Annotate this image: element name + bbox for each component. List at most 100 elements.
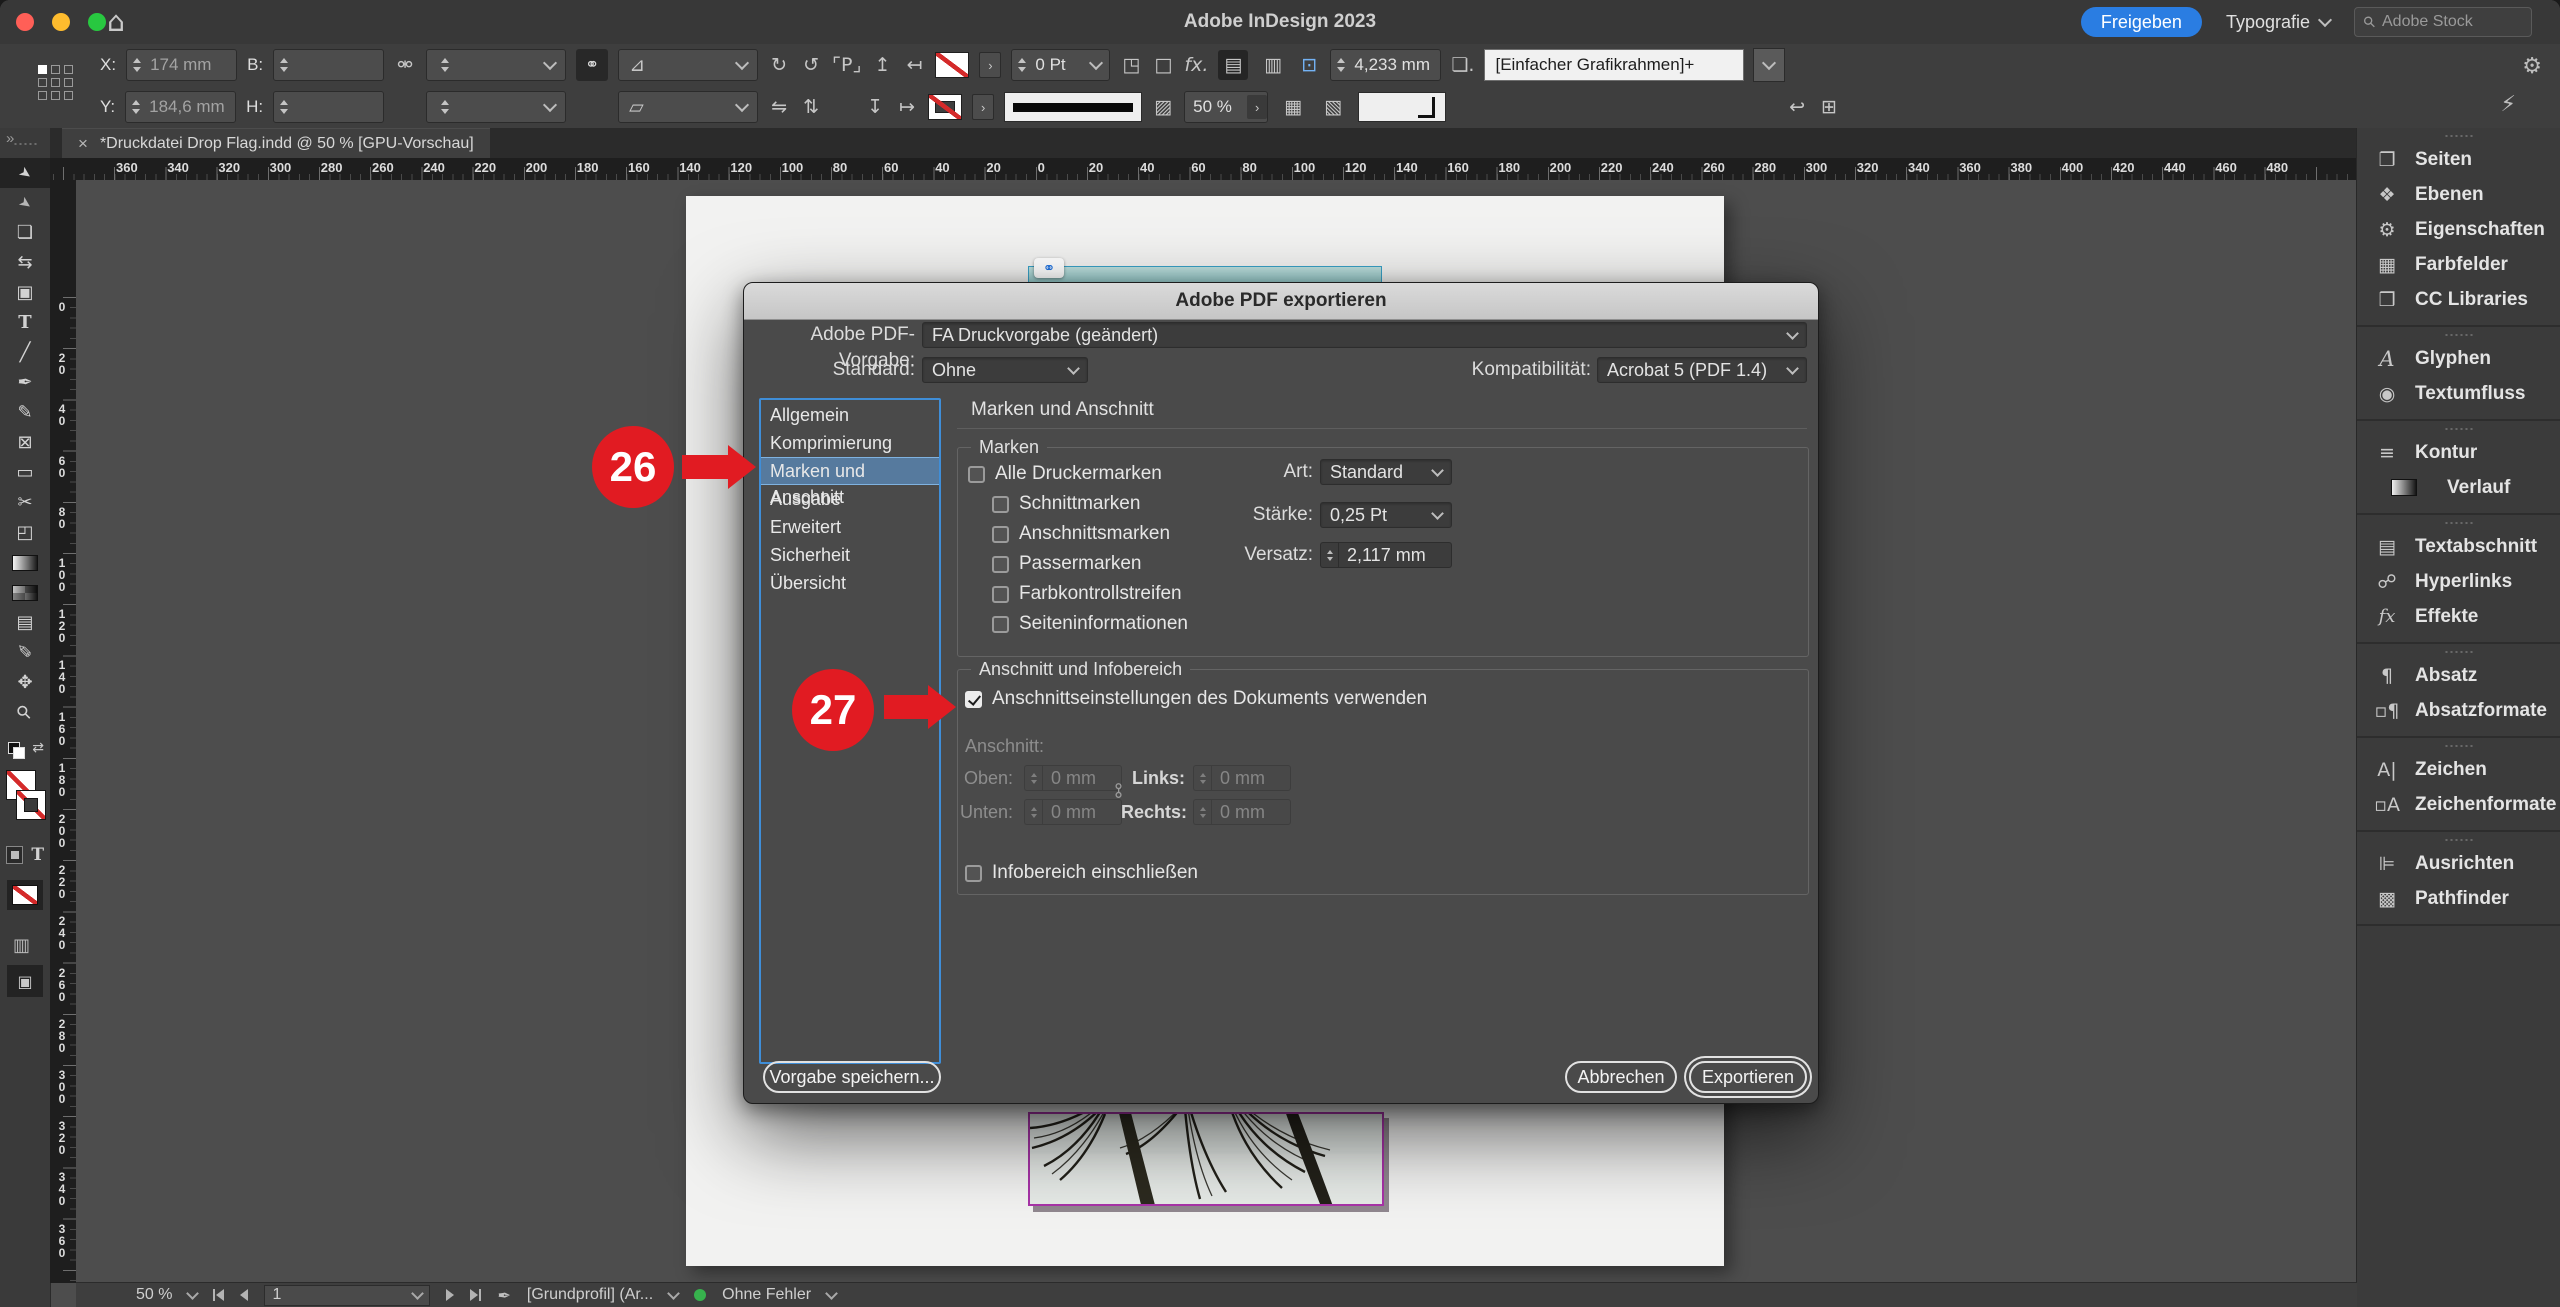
height-field[interactable] xyxy=(273,91,384,123)
gradient-feather-tool[interactable] xyxy=(0,578,50,608)
opacity-field[interactable]: 50 % › xyxy=(1184,91,1268,123)
horizontal-ruler[interactable]: 3603403203002802602402202001801601401201… xyxy=(50,158,2357,181)
tools-grip-handle[interactable] xyxy=(13,142,37,146)
wrap-bounding-icon[interactable]: ▥ xyxy=(1258,50,1288,80)
wrap-contour-icon[interactable]: ▧ xyxy=(1318,92,1348,122)
x-position-field[interactable]: 174 mm xyxy=(126,49,237,81)
lightning-icon[interactable]: ⚡ xyxy=(2501,92,2516,117)
staerke-dropdown[interactable]: 0,25 Pt xyxy=(1320,502,1452,528)
shear-dropdown[interactable]: ▱ xyxy=(618,91,758,123)
scale-y-stepper[interactable] xyxy=(437,95,452,119)
link-badge[interactable]: ⚭ xyxy=(1034,258,1064,278)
gap-size-field[interactable]: 4,233 mm xyxy=(1330,49,1441,81)
workspace-switcher[interactable]: Typografie xyxy=(2226,12,2330,33)
width-field[interactable] xyxy=(273,49,384,81)
gear-icon[interactable]: ⚙ xyxy=(2522,54,2542,79)
share-button[interactable]: Freigeben xyxy=(2081,7,2202,37)
effects-icon[interactable]: fx. xyxy=(1184,54,1208,76)
x-stepper[interactable] xyxy=(129,53,144,77)
previous-page-button[interactable] xyxy=(240,1289,248,1301)
note-tool[interactable]: ▤ xyxy=(0,608,50,638)
pen-tool[interactable]: ✒ xyxy=(0,368,50,398)
zoom-tool[interactable]: ⚲ xyxy=(0,698,50,728)
reference-point-grid[interactable] xyxy=(38,65,73,100)
panel-grip-handle[interactable] xyxy=(2357,329,2560,341)
mark-row-1[interactable]: Schnittmarken xyxy=(992,491,1140,517)
frame-tool[interactable]: ⊠ xyxy=(0,428,50,458)
panel-item-effekte[interactable]: fxEffekte xyxy=(2357,599,2560,634)
preflight-status[interactable]: Ohne Fehler xyxy=(722,1286,811,1304)
include-slug-row[interactable]: Infobereich einschließen xyxy=(965,860,1198,886)
save-preset-button[interactable]: Vorgabe speichern... xyxy=(763,1061,941,1093)
section-item-sicherheit[interactable]: Sicherheit xyxy=(761,541,939,569)
swap-fill-stroke-icon[interactable]: ⇄ xyxy=(32,740,44,756)
export-button[interactable]: Exportieren xyxy=(1689,1061,1807,1093)
panel-grip-handle[interactable] xyxy=(2357,517,2560,529)
wrap-none-icon[interactable]: ▤ xyxy=(1218,50,1248,80)
section-item-ausgabe[interactable]: Ausgabe xyxy=(761,485,939,513)
document-tab[interactable]: × *Druckdatei Drop Flag.indd @ 50 % [GPU… xyxy=(62,128,490,159)
free-transform-tool[interactable]: ◰ xyxy=(0,518,50,548)
mark-row-2[interactable]: Anschnittsmarken xyxy=(992,521,1170,547)
panel-item-verlauf[interactable]: Verlauf xyxy=(2357,470,2560,505)
last-page-button[interactable] xyxy=(470,1289,481,1301)
height-stepper[interactable] xyxy=(276,95,291,119)
clear-overrides-icon[interactable]: ↩ xyxy=(1786,96,1808,118)
rectangle-tool[interactable]: ▭ xyxy=(0,458,50,488)
flip-horizontal-icon[interactable]: ⇋ xyxy=(768,96,790,118)
type-tool[interactable]: T xyxy=(0,308,50,338)
gap-tool[interactable]: ⇆ xyxy=(0,248,50,278)
gradient-tool[interactable] xyxy=(0,548,50,578)
section-item-marken-und-anschnitt[interactable]: Marken und Anschnitt xyxy=(761,457,939,485)
panel-item-textumfluss[interactable]: ◉Textumfluss xyxy=(2357,376,2560,411)
page-number-field[interactable]: 1 xyxy=(264,1285,430,1306)
rotation-angle-dropdown[interactable]: ⊿ xyxy=(618,49,758,81)
direct-selection-tool[interactable]: ➤ xyxy=(0,188,50,218)
panel-grip-handle[interactable] xyxy=(2357,834,2560,846)
panel-item-hyperlinks[interactable]: ☍Hyperlinks xyxy=(2357,564,2560,599)
standard-dropdown[interactable]: Ohne xyxy=(922,357,1088,383)
panel-item-zeichen[interactable]: A|Zeichen xyxy=(2357,752,2560,787)
mark-row-3[interactable]: Passermarken xyxy=(992,551,1142,577)
panel-grip-handle[interactable] xyxy=(2357,740,2560,752)
mark-row-4[interactable]: Farbkontrollstreifen xyxy=(992,581,1182,607)
panel-item-farbfelder[interactable]: ▦Farbfelder xyxy=(2357,247,2560,282)
stroke-weight-stepper[interactable] xyxy=(1014,53,1029,77)
screen-mode-button[interactable]: ▣ xyxy=(7,965,43,997)
eyedropper-tool[interactable]: ✐ xyxy=(0,638,50,668)
width-stepper[interactable] xyxy=(276,53,291,77)
object-style-dropdown[interactable]: [Einfacher Grafikrahmen]+ xyxy=(1484,49,1744,81)
panel-item-textabschnitt[interactable]: ▤Textabschnitt xyxy=(2357,529,2560,564)
opacity-flyout[interactable]: › xyxy=(1247,95,1267,119)
stroke-weight-field[interactable]: 0 Pt xyxy=(1011,49,1110,81)
dialog-title[interactable]: Adobe PDF exportieren xyxy=(744,283,1818,320)
palm-photo-frame[interactable] xyxy=(1028,1112,1384,1206)
view-options-icon[interactable]: ▥ xyxy=(13,935,30,956)
mark-row-0[interactable]: Alle Druckermarken xyxy=(968,461,1162,487)
formatting-affects-text-button[interactable]: T xyxy=(31,845,44,865)
use-document-bleed-row[interactable]: Anschnittseinstellungen des Dokuments ve… xyxy=(965,686,1427,712)
selection-tool[interactable]: ➤ xyxy=(0,158,50,188)
stroke-style-dropdown[interactable] xyxy=(1004,92,1142,122)
object-style-chevron[interactable] xyxy=(1753,48,1785,82)
stroke-color-swatch[interactable] xyxy=(16,790,46,820)
flip-vertical-icon[interactable]: ⇅ xyxy=(800,96,822,118)
fill-swatch-none[interactable] xyxy=(935,52,969,78)
adobe-stock-search[interactable]: ⚲ Adobe Stock xyxy=(2354,7,2532,37)
preflight-profile[interactable]: [Grundprofil] (Ar... xyxy=(527,1286,653,1304)
y-position-field[interactable]: 184,6 mm xyxy=(125,91,236,123)
panel-item-ausrichten[interactable]: ⊫Ausrichten xyxy=(2357,846,2560,881)
break-link-style-icon[interactable]: ⊞ xyxy=(1818,96,1840,118)
panel-item-ebenen[interactable]: ❖Ebenen xyxy=(2357,177,2560,212)
corner-options-icon[interactable]: ◳ xyxy=(1120,54,1142,76)
panel-item-absatzformate[interactable]: ▫¶Absatzformate xyxy=(2357,693,2560,728)
scissors-tool[interactable]: ✂ xyxy=(0,488,50,518)
section-item-komprimierung[interactable]: Komprimierung xyxy=(761,429,939,457)
apply-none-button[interactable] xyxy=(7,880,43,910)
panel-item-absatz[interactable]: ¶Absatz xyxy=(2357,658,2560,693)
panel-item-glyphen[interactable]: AGlyphen xyxy=(2357,341,2560,376)
page-tool[interactable]: ❏ xyxy=(0,218,50,248)
mark-checkbox-3[interactable] xyxy=(992,556,1009,573)
scale-x-dropdown[interactable] xyxy=(426,49,566,81)
formatting-affects-container-button[interactable] xyxy=(6,846,23,864)
